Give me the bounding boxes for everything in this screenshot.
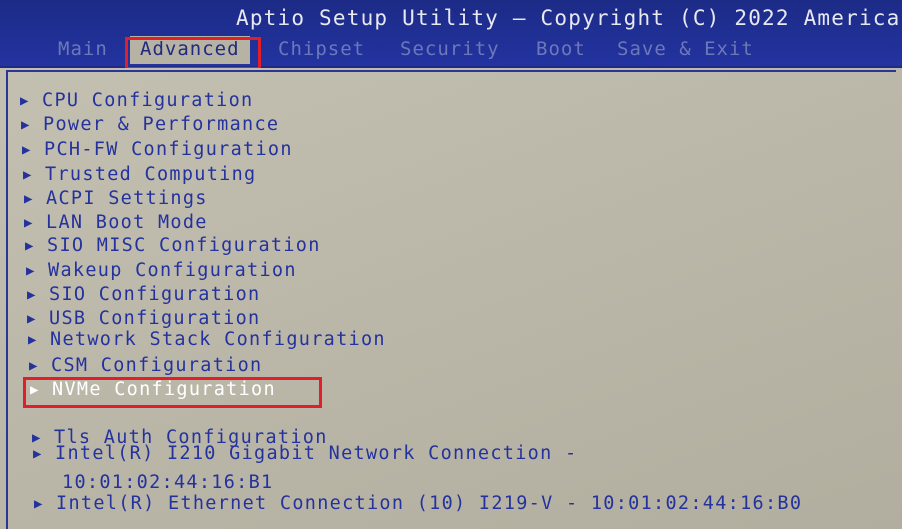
menu-item-wakeup-configuration[interactable]: ▶ Wakeup Configuration <box>26 260 297 281</box>
menu-item-label: Intel(R) I210 Gigabit Network Connection… <box>55 443 578 464</box>
submenu-arrow-icon: ▶ <box>26 263 36 279</box>
submenu-arrow-icon: ▶ <box>20 93 30 109</box>
menu-item-label: LAN Boot Mode <box>46 212 208 233</box>
submenu-arrow-icon: ▶ <box>24 215 34 231</box>
submenu-arrow-icon: ▶ <box>25 238 35 254</box>
menu-item-label: SIO MISC Configuration <box>47 235 321 256</box>
menu-item-label: Network Stack Configuration <box>50 329 386 350</box>
submenu-arrow-icon: ▶ <box>29 358 39 374</box>
tab-main[interactable]: Main <box>58 38 108 60</box>
submenu-arrow-icon: ▶ <box>34 496 44 512</box>
tab-boot[interactable]: Boot <box>536 38 586 60</box>
bios-screen: Aptio Setup Utility – Copyright (C) 2022… <box>0 0 902 529</box>
menu-item-intel-i219[interactable]: ▶ Intel(R) Ethernet Connection (10) I219-… <box>34 493 802 514</box>
submenu-arrow-icon: ▶ <box>33 446 43 462</box>
menu-item-sio-configuration[interactable]: ▶ SIO Configuration <box>27 284 260 305</box>
advanced-tab-highlight <box>125 37 261 70</box>
menu-item-cpu-configuration[interactable]: ▶ CPU Configuration <box>20 90 253 111</box>
app-title: Aptio Setup Utility – Copyright (C) 2022… <box>236 6 902 30</box>
menu-item-label: Trusted Computing <box>45 164 257 185</box>
menu-item-pch-fw-configuration[interactable]: ▶ PCH-FW Configuration <box>22 139 293 160</box>
submenu-arrow-icon: ▶ <box>24 191 34 207</box>
menu-item-trusted-computing[interactable]: ▶ Trusted Computing <box>23 164 256 185</box>
menu-item-sio-misc-configuration[interactable]: ▶ SIO MISC Configuration <box>25 235 321 256</box>
menu-item-usb-configuration[interactable]: ▶ USB Configuration <box>27 308 260 329</box>
menu-item-intel-i210-mac: 10:01:02:44:16:B1 <box>62 472 274 493</box>
menu-item-power-performance[interactable]: ▶ Power & Performance <box>21 114 279 135</box>
menu-item-label: CSM Configuration <box>51 355 263 376</box>
menu-item-intel-i210[interactable]: ▶ Intel(R) I210 Gigabit Network Connectio… <box>33 443 577 464</box>
menu-item-label: PCH-FW Configuration <box>44 139 293 160</box>
submenu-arrow-icon: ▶ <box>22 142 32 158</box>
menu-item-label: CPU Configuration <box>42 90 254 111</box>
menu-item-label: SIO Configuration <box>49 284 261 305</box>
menu-item-label: USB Configuration <box>49 308 261 329</box>
selection-highlight <box>23 377 322 408</box>
tab-security[interactable]: Security <box>400 38 500 60</box>
submenu-arrow-icon: ▶ <box>27 287 37 303</box>
menu-item-label: Power & Performance <box>43 114 280 135</box>
submenu-arrow-icon: ▶ <box>28 332 38 348</box>
submenu-arrow-icon: ▶ <box>21 117 31 133</box>
tab-save-exit[interactable]: Save & Exit <box>617 38 754 60</box>
menu-item-network-stack-configuration[interactable]: ▶ Network Stack Configuration <box>28 329 386 350</box>
menu-item-lan-boot-mode[interactable]: ▶ LAN Boot Mode <box>24 212 208 233</box>
menu-item-label: Wakeup Configuration <box>48 260 297 281</box>
submenu-arrow-icon: ▶ <box>23 167 33 183</box>
tab-chipset[interactable]: Chipset <box>278 38 365 60</box>
menu-item-csm-configuration[interactable]: ▶ CSM Configuration <box>29 355 262 376</box>
menu-item-label: ACPI Settings <box>46 188 208 209</box>
submenu-arrow-icon: ▶ <box>27 311 37 327</box>
menu-item-label: Intel(R) Ethernet Connection (10) I219-V… <box>56 493 803 514</box>
menu-item-acpi-settings[interactable]: ▶ ACPI Settings <box>24 188 208 209</box>
